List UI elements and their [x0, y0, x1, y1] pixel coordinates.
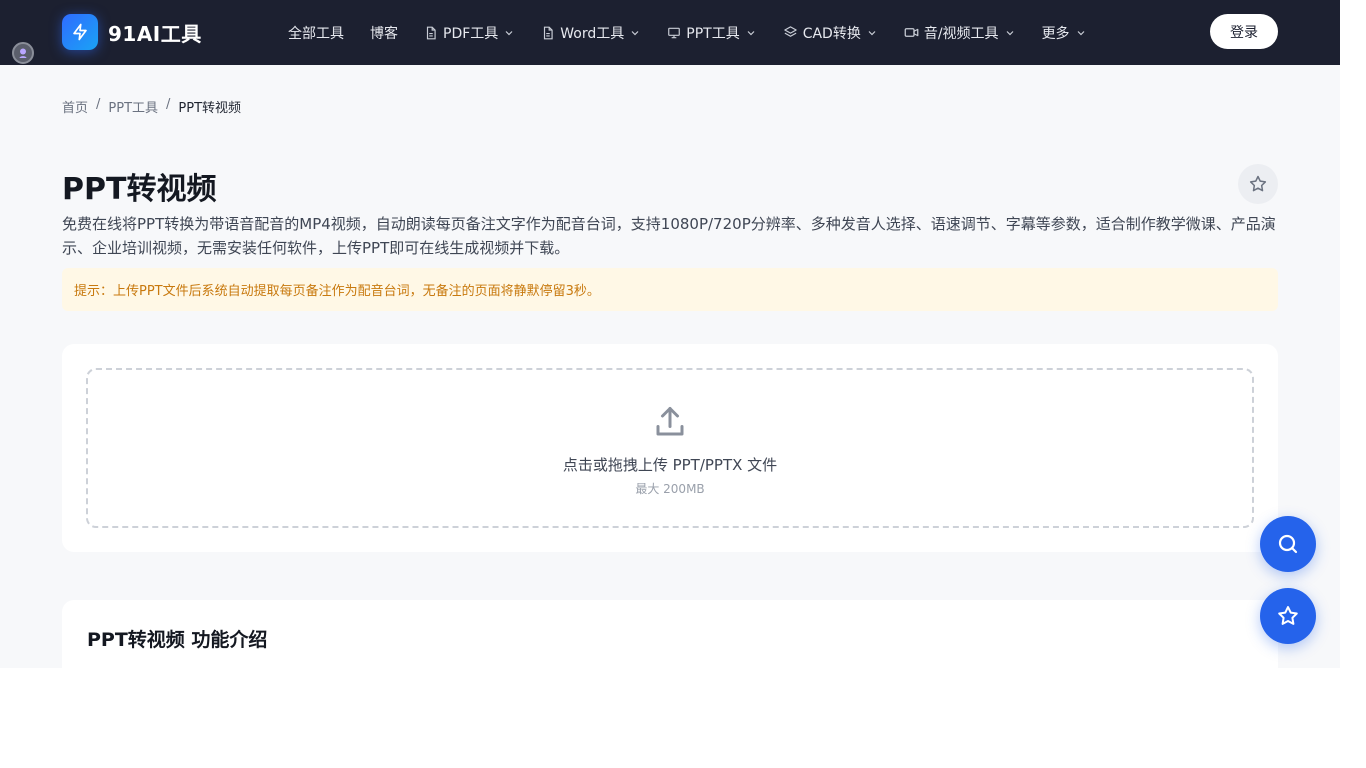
layers-icon [783, 26, 797, 37]
intro-card: PPT转视频 功能介绍 [62, 600, 1278, 668]
upload-instruction: 点击或拖拽上传 PPT/PPTX 文件 [562, 456, 778, 474]
nav-word-tools[interactable]: Word工具 [541, 23, 641, 43]
main-nav: 全部工具 博客 PDF工具 Word工具 PPT工具 CAD转换 音/视频工具 … [288, 0, 1113, 65]
star-icon [1249, 175, 1267, 192]
chevron-down-icon [747, 30, 755, 35]
page-title: PPT转视频 [62, 172, 217, 207]
nav-label: 博客 [370, 25, 398, 42]
chevron-down-icon [1006, 30, 1013, 35]
presentation-icon [668, 27, 681, 38]
assistant-avatar-icon[interactable] [12, 42, 34, 64]
nav-label: 全部工具 [288, 25, 344, 42]
nav-media-tools[interactable]: 音/视频工具 [904, 23, 1016, 43]
breadcrumb: 首页 / PPT工具 / PPT转视频 [62, 97, 241, 116]
nav-label: PDF工具 [443, 25, 499, 42]
breadcrumb-home[interactable]: 首页 [62, 97, 88, 116]
document-icon [426, 26, 436, 39]
nav-cad-convert[interactable]: CAD转换 [783, 23, 878, 43]
nav-all-tools[interactable]: 全部工具 [288, 23, 344, 43]
nav-label: Word工具 [560, 25, 625, 42]
floating-favorite-button[interactable] [1260, 588, 1316, 644]
chevron-down-icon [868, 30, 876, 35]
page-viewport: 91AI工具 全部工具 博客 PDF工具 Word工具 PPT工具 CAD转换 … [0, 0, 1340, 668]
nav-label: PPT工具 [686, 25, 740, 42]
upload-size-limit: 最大 200MB [635, 482, 705, 496]
logo-text: 91AI工具 [108, 21, 202, 46]
chevron-down-icon [631, 30, 639, 35]
nav-label: 更多 [1041, 25, 1070, 42]
tip-text: 提示：上传PPT文件后系统自动提取每页备注作为配音台词，无备注的页面将静默停留3… [74, 284, 600, 299]
breadcrumb-separator: / [96, 97, 101, 112]
document-icon [544, 26, 553, 39]
nav-more[interactable]: 更多 [1042, 23, 1087, 43]
favorite-button[interactable] [1238, 164, 1278, 204]
search-icon [1278, 534, 1298, 554]
site-logo[interactable]: 91AI工具 [62, 14, 202, 50]
lightning-icon [62, 14, 98, 50]
nav-pdf-tools[interactable]: PDF工具 [424, 23, 515, 43]
nav-blog[interactable]: 博客 [370, 23, 398, 43]
floating-search-button[interactable] [1260, 516, 1316, 572]
nav-label: CAD转换 [802, 25, 861, 42]
upload-icon [652, 404, 688, 444]
star-icon [1278, 606, 1298, 625]
upload-card: 点击或拖拽上传 PPT/PPTX 文件 最大 200MB [62, 344, 1278, 552]
nav-ppt-tools[interactable]: PPT工具 [667, 23, 756, 43]
top-navbar: 91AI工具 全部工具 博客 PDF工具 Word工具 PPT工具 CAD转换 … [0, 0, 1340, 65]
tip-banner: 提示：上传PPT文件后系统自动提取每页备注作为配音台词，无备注的页面将静默停留3… [62, 268, 1278, 311]
chevron-down-icon [1077, 30, 1084, 35]
breadcrumb-current: PPT转视频 [178, 101, 242, 116]
video-icon [904, 28, 919, 37]
page-description: 免费在线将PPT转换为带语音配音的MP4视频，自动朗读每页备注文字作为配音台词，… [62, 215, 1276, 257]
upload-dropzone[interactable]: 点击或拖拽上传 PPT/PPTX 文件 最大 200MB [86, 368, 1254, 528]
nav-label: 音/视频工具 [923, 25, 999, 42]
breadcrumb-separator: / [166, 97, 171, 112]
login-button[interactable]: 登录 [1210, 14, 1278, 49]
chevron-down-icon [505, 30, 513, 35]
intro-title: PPT转视频 功能介绍 [87, 629, 268, 651]
breadcrumb-category[interactable]: PPT工具 [108, 97, 158, 116]
